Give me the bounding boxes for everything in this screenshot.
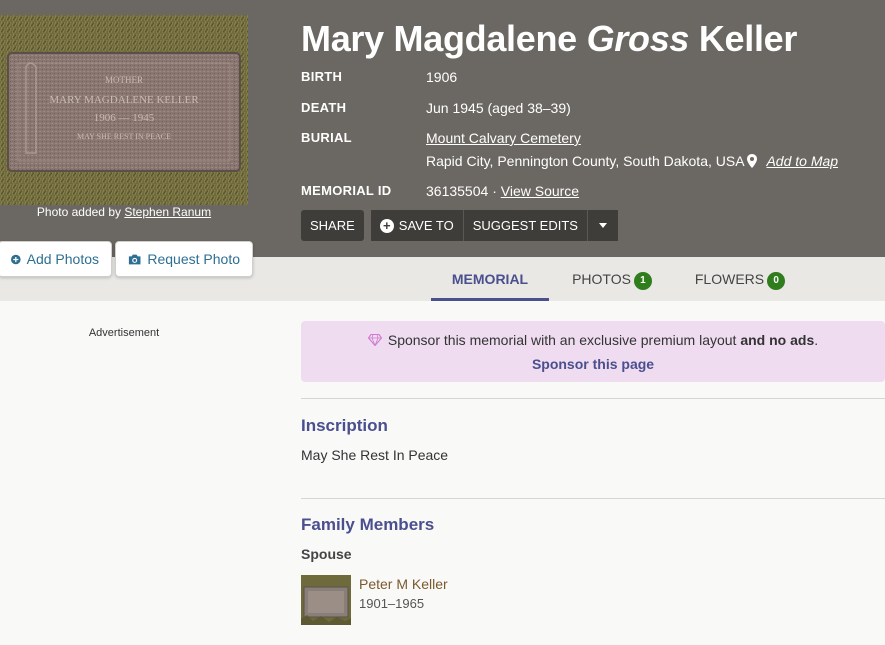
sponsor-banner: Sponsor this memorial with an exclusive … bbox=[301, 321, 885, 382]
spouse-label: Spouse bbox=[301, 546, 352, 562]
headstone-text-1: MOTHER bbox=[105, 75, 143, 85]
spouse-years: 1901–1965 bbox=[359, 596, 425, 611]
name-maiden: Gross bbox=[586, 18, 690, 59]
burial-location-row: Rapid City, Pennington County, South Dak… bbox=[426, 153, 838, 169]
inscription-text: May She Rest In Peace bbox=[301, 447, 449, 463]
photo-credit-prefix: Photo added by bbox=[36, 205, 121, 219]
tab-memorial[interactable]: MEMORIAL bbox=[431, 257, 549, 301]
plus-circle-icon bbox=[11, 254, 21, 264]
headstone-text-2: MARY MAGDALENE KELLER bbox=[49, 94, 199, 106]
spouse-name-link[interactable]: Peter M Keller bbox=[359, 576, 448, 592]
tab-photos-label: PHOTOS bbox=[572, 271, 631, 287]
death-value: Jun 1945 (aged 38–39) bbox=[426, 100, 571, 116]
burial-cemetery: Mount Calvary Cemetery bbox=[426, 130, 581, 146]
view-source-link[interactable]: View Source bbox=[501, 183, 579, 199]
more-actions-dropdown[interactable] bbox=[587, 210, 618, 241]
sponsor-text: Sponsor this memorial with an exclusive … bbox=[301, 332, 885, 348]
death-label: DEATH bbox=[301, 100, 347, 115]
diamond-icon bbox=[367, 334, 382, 346]
request-photo-label: Request Photo bbox=[147, 251, 240, 267]
memorial-actions: SHARE + SAVE TO SUGGEST EDITS bbox=[301, 210, 618, 241]
caret-down-icon bbox=[598, 223, 607, 228]
burial-label: BURIAL bbox=[301, 130, 352, 145]
save-to-label: SAVE TO bbox=[398, 218, 454, 233]
headstone-text-3: 1906 — 1945 bbox=[94, 112, 155, 124]
tab-flowers[interactable]: FLOWERS 0 bbox=[685, 257, 795, 301]
birth-label: BIRTH bbox=[301, 69, 343, 84]
section-divider bbox=[301, 498, 885, 499]
save-to-button[interactable]: + SAVE TO bbox=[370, 210, 464, 241]
suggest-edits-button[interactable]: SUGGEST EDITS bbox=[463, 210, 588, 241]
headstone-text-4: MAY SHE REST IN PEACE bbox=[77, 132, 171, 141]
photo-credit-link[interactable]: Stephen Ranum bbox=[124, 205, 211, 219]
name-first: Mary Magdalene bbox=[301, 18, 577, 59]
share-button[interactable]: SHARE bbox=[301, 210, 364, 241]
add-to-map-link[interactable]: Add to Map bbox=[766, 153, 838, 169]
burial-location: Rapid City, Pennington County, South Dak… bbox=[426, 153, 745, 169]
birth-value: 1906 bbox=[426, 69, 458, 85]
plus-circle-icon: + bbox=[379, 218, 394, 233]
photos-count-badge: 1 bbox=[633, 272, 652, 290]
sponsor-text-main: Sponsor this memorial with an exclusive … bbox=[387, 332, 737, 348]
section-divider bbox=[301, 398, 885, 399]
tab-photos[interactable]: PHOTOS 1 bbox=[561, 257, 663, 301]
sponsor-text-bold: and no ads bbox=[740, 332, 815, 348]
add-photos-label: Add Photos bbox=[26, 251, 99, 267]
add-photos-button[interactable]: Add Photos bbox=[0, 241, 112, 277]
memorial-id-label: MEMORIAL ID bbox=[301, 183, 392, 198]
advertisement-label: Advertisement bbox=[88, 327, 160, 339]
photo-credit: Photo added by Stephen Ranum bbox=[0, 205, 248, 219]
memorial-header: MOTHER MARY MAGDALENE KELLER 1906 — 1945… bbox=[0, 0, 885, 257]
cemetery-link[interactable]: Mount Calvary Cemetery bbox=[426, 130, 581, 146]
map-pin-icon bbox=[746, 154, 757, 168]
flowers-count-badge: 0 bbox=[767, 272, 786, 290]
memorial-id-row: 36135504 · View Source bbox=[426, 183, 579, 199]
id-separator: · bbox=[492, 183, 497, 199]
spouse-photo[interactable] bbox=[301, 575, 351, 625]
family-members-title: Family Members bbox=[301, 515, 435, 534]
camera-icon bbox=[128, 254, 141, 264]
sponsor-text-end: . bbox=[814, 332, 819, 348]
name-last: Keller bbox=[698, 18, 798, 59]
headstone-photo[interactable]: MOTHER MARY MAGDALENE KELLER 1906 — 1945… bbox=[0, 15, 248, 205]
memorial-name: Mary Magdalene Gross Keller bbox=[301, 18, 797, 60]
request-photo-button[interactable]: Request Photo bbox=[115, 241, 253, 277]
inscription-title: Inscription bbox=[301, 416, 388, 435]
memorial-id: 36135504 bbox=[426, 183, 489, 199]
action-button-group: + SAVE TO SUGGEST EDITS bbox=[370, 210, 618, 241]
tab-flowers-label: FLOWERS bbox=[694, 271, 765, 287]
sponsor-link[interactable]: Sponsor this page bbox=[301, 356, 885, 372]
